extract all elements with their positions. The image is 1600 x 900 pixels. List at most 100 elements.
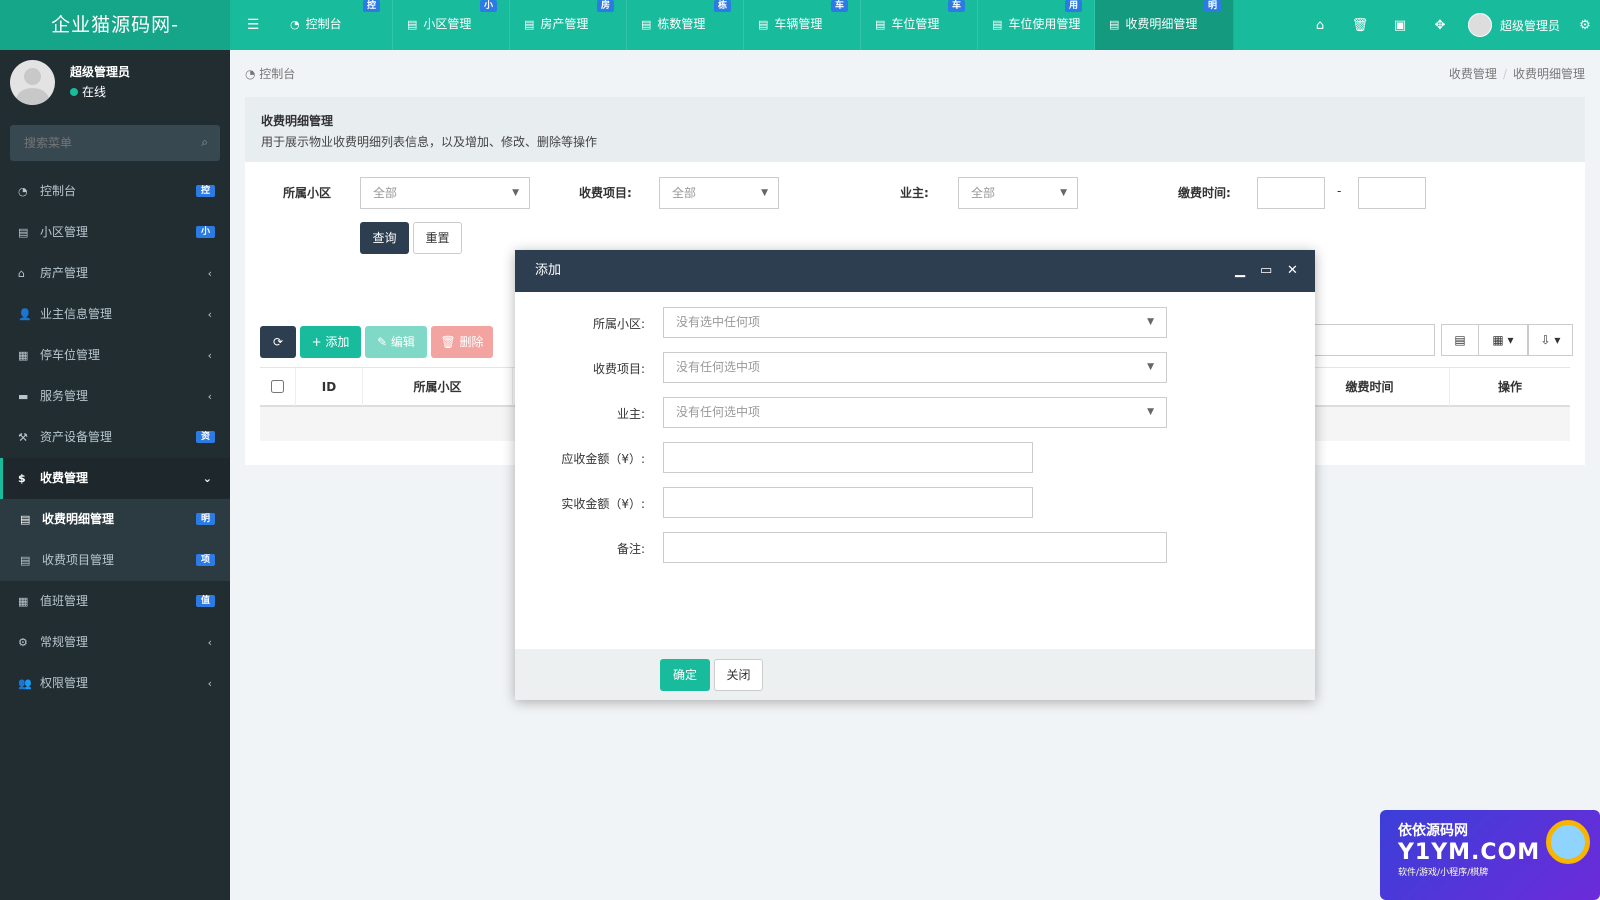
field-label: 所属小区: bbox=[592, 317, 645, 331]
minimize-icon[interactable]: ▁ bbox=[1235, 250, 1245, 292]
tab-vehicle[interactable]: ▤ 车辆管理车 bbox=[744, 0, 861, 50]
refresh-button[interactable]: ⟳ bbox=[260, 326, 296, 358]
tab-tag: 车 bbox=[830, 0, 848, 12]
filter-time-start[interactable] bbox=[1257, 177, 1325, 209]
sidebar-item-service[interactable]: ▬ 服务管理 ‹ bbox=[0, 376, 230, 417]
sidebar-item-fees[interactable]: $ 收费管理 ⌄ bbox=[0, 458, 230, 499]
tab-label: 栋数管理 bbox=[657, 17, 706, 31]
caret-down-icon: ▼ bbox=[1060, 188, 1067, 198]
sidebar-item-assets[interactable]: ⚒ 资产设备管理 资 bbox=[0, 417, 230, 458]
tab-fee-detail[interactable]: ▤ 收费明细管理明 bbox=[1095, 0, 1234, 50]
select-all-checkbox[interactable] bbox=[271, 380, 284, 393]
query-button[interactable]: 查询 bbox=[360, 222, 409, 254]
menu-search-input[interactable] bbox=[10, 125, 220, 161]
select-all-cell bbox=[260, 368, 296, 406]
sidebar-item-duty[interactable]: ▦ 值班管理 值 bbox=[0, 581, 230, 622]
community-select[interactable]: 没有选中任何项 ▼ bbox=[663, 307, 1167, 338]
toggle-view-button[interactable]: ▤ bbox=[1441, 324, 1479, 356]
avatar bbox=[10, 60, 55, 105]
col-community[interactable]: 所属小区 bbox=[363, 368, 513, 406]
watermark-line3: 软件/游戏/小程序/棋牌 bbox=[1398, 868, 1489, 878]
delete-button[interactable]: 🗑 删除 bbox=[431, 326, 493, 358]
group-icon: 👥 bbox=[18, 677, 32, 690]
sidebar-badge: 项 bbox=[195, 554, 215, 566]
watermark-logo: 依依源码网 Y1YM.COM 软件/游戏/小程序/棋牌 bbox=[1380, 810, 1600, 900]
ok-button[interactable]: 确定 bbox=[660, 659, 710, 691]
menu-search: ⌕ bbox=[10, 125, 220, 161]
tab-tag: 用 bbox=[1064, 0, 1082, 12]
chevron-left-icon: ‹ bbox=[207, 677, 212, 690]
tab-building[interactable]: ▤ 栋数管理栋 bbox=[627, 0, 744, 50]
field-label: 备注: bbox=[616, 542, 645, 556]
trash-icon[interactable]: 🗑 bbox=[1340, 18, 1380, 33]
sidebar-item-label: 资产设备管理 bbox=[40, 430, 113, 444]
tab-tag: 控 bbox=[362, 0, 380, 12]
field-label: 收费项目: bbox=[592, 362, 645, 376]
sidebar-item-owner[interactable]: 👤 业主信息管理 ‹ bbox=[0, 294, 230, 335]
filter-community-select[interactable]: 全部 ▼ bbox=[360, 177, 530, 209]
tab-tag: 车 bbox=[947, 0, 965, 12]
receivable-amount-input[interactable] bbox=[663, 442, 1033, 473]
language-icon[interactable]: ▣ bbox=[1380, 18, 1420, 33]
gavel-icon: ⚒ bbox=[18, 431, 28, 444]
sidebar-item-parking[interactable]: ▦ 停车位管理 ‹ bbox=[0, 335, 230, 376]
bars-icon[interactable]: ☰ bbox=[230, 0, 276, 50]
search-icon[interactable]: ⌕ bbox=[201, 135, 208, 150]
col-actions: 操作 bbox=[1497, 380, 1522, 394]
export-button[interactable]: ⇩ ▾ bbox=[1528, 324, 1573, 356]
home-icon[interactable]: ⌂ bbox=[1300, 18, 1340, 33]
sidebar-item-dashboard[interactable]: ◔ 控制台 控 bbox=[0, 171, 230, 212]
sidebar-item-label: 停车位管理 bbox=[40, 348, 101, 362]
app-logo[interactable]: 企业猫源码网- bbox=[0, 0, 230, 50]
tab-property[interactable]: ▤ 房产管理房 bbox=[510, 0, 627, 50]
tab-parking-usage[interactable]: ▤ 车位使用管理 用 bbox=[978, 0, 1095, 50]
sidebar-submenu-fees: ▤ 收费明细管理 明 ▤ 收费项目管理 项 bbox=[0, 499, 230, 581]
sidebar-item-community[interactable]: ▤ 小区管理 小 bbox=[0, 212, 230, 253]
tab-label: 小区管理 bbox=[423, 17, 472, 31]
owner-select[interactable]: 没有任何选中项 ▼ bbox=[663, 397, 1167, 428]
sidebar-badge: 小 bbox=[195, 226, 215, 238]
tab-tag: 明 bbox=[1203, 0, 1221, 12]
tab-label: 房产管理 bbox=[540, 17, 589, 31]
edit-button[interactable]: ✎ 编辑 bbox=[365, 326, 427, 358]
user-menu[interactable]: 超级管理员 bbox=[1467, 13, 1560, 37]
sidebar-item-fee-detail[interactable]: ▤ 收费明细管理 明 bbox=[0, 499, 230, 540]
close-button[interactable]: 关闭 bbox=[714, 659, 763, 691]
add-dialog: 添加 ▁ ▭ ✕ 所属小区: 没有选中任何项 ▼ 收费项目: 没有任何选中项 ▼ 业… bbox=[515, 250, 1315, 700]
col-id[interactable]: ID bbox=[296, 368, 363, 406]
keyboard-icon: ▬ bbox=[18, 390, 29, 403]
breadcrumb-home[interactable]: ◔ 控制台 bbox=[245, 65, 295, 82]
filter-owner-select[interactable]: 全部 ▼ bbox=[958, 177, 1078, 209]
close-icon[interactable]: ✕ bbox=[1287, 250, 1298, 292]
panel-title: 收费明细管理 bbox=[261, 114, 334, 128]
tab-parking-space[interactable]: ▤ 车位管理车 bbox=[861, 0, 978, 50]
filter-time-end[interactable] bbox=[1358, 177, 1426, 209]
fee-item-select[interactable]: 没有任何选中项 ▼ bbox=[663, 352, 1167, 383]
sidebar-item-property[interactable]: ⌂ 房产管理 ‹ bbox=[0, 253, 230, 294]
remark-input[interactable] bbox=[663, 532, 1167, 563]
tab-community[interactable]: ▤ 小区管理小 bbox=[393, 0, 510, 50]
breadcrumb-item[interactable]: 收费管理 bbox=[1449, 67, 1497, 81]
film-icon: ▦ bbox=[18, 349, 29, 362]
dashboard-icon: ◔ bbox=[245, 67, 260, 81]
tab-dashboard[interactable]: ◔ 控制台 控 bbox=[276, 0, 393, 50]
sidebar-item-auth[interactable]: 👥 权限管理 ‹ bbox=[0, 663, 230, 704]
add-button[interactable]: + 添加 bbox=[300, 326, 361, 358]
received-amount-input[interactable] bbox=[663, 487, 1033, 518]
maximize-icon[interactable]: ▭ bbox=[1260, 250, 1272, 292]
sidebar-item-fee-items[interactable]: ▤ 收费项目管理 项 bbox=[0, 540, 230, 581]
fullscreen-icon[interactable]: ✥ bbox=[1420, 18, 1460, 33]
settings-icon[interactable]: ⚙ bbox=[1570, 18, 1600, 33]
breadcrumb-trail: 收费管理 / 收费明细管理 bbox=[1448, 67, 1585, 81]
chevron-left-icon: ‹ bbox=[207, 267, 212, 280]
list-icon: ▤ bbox=[641, 18, 652, 31]
sidebar-item-label: 房产管理 bbox=[40, 266, 89, 280]
columns-button[interactable]: ▦ ▾ bbox=[1478, 324, 1528, 356]
table-search-input[interactable] bbox=[1310, 324, 1435, 356]
sidebar-item-general[interactable]: ⚙ 常规管理 ‹ bbox=[0, 622, 230, 663]
sidebar: 超级管理员 在线 ⌕ ◔ 控制台 控 ▤ 小区管理 小 ⌂ 房产管理 ‹ 👤 业主信息管理 ‹ … bbox=[0, 50, 230, 900]
reset-button[interactable]: 重置 bbox=[413, 222, 462, 254]
filter-item-select[interactable]: 全部 ▼ bbox=[659, 177, 779, 209]
tab-label: 收费明细管理 bbox=[1125, 17, 1198, 31]
list-icon: ▤ bbox=[20, 554, 31, 567]
